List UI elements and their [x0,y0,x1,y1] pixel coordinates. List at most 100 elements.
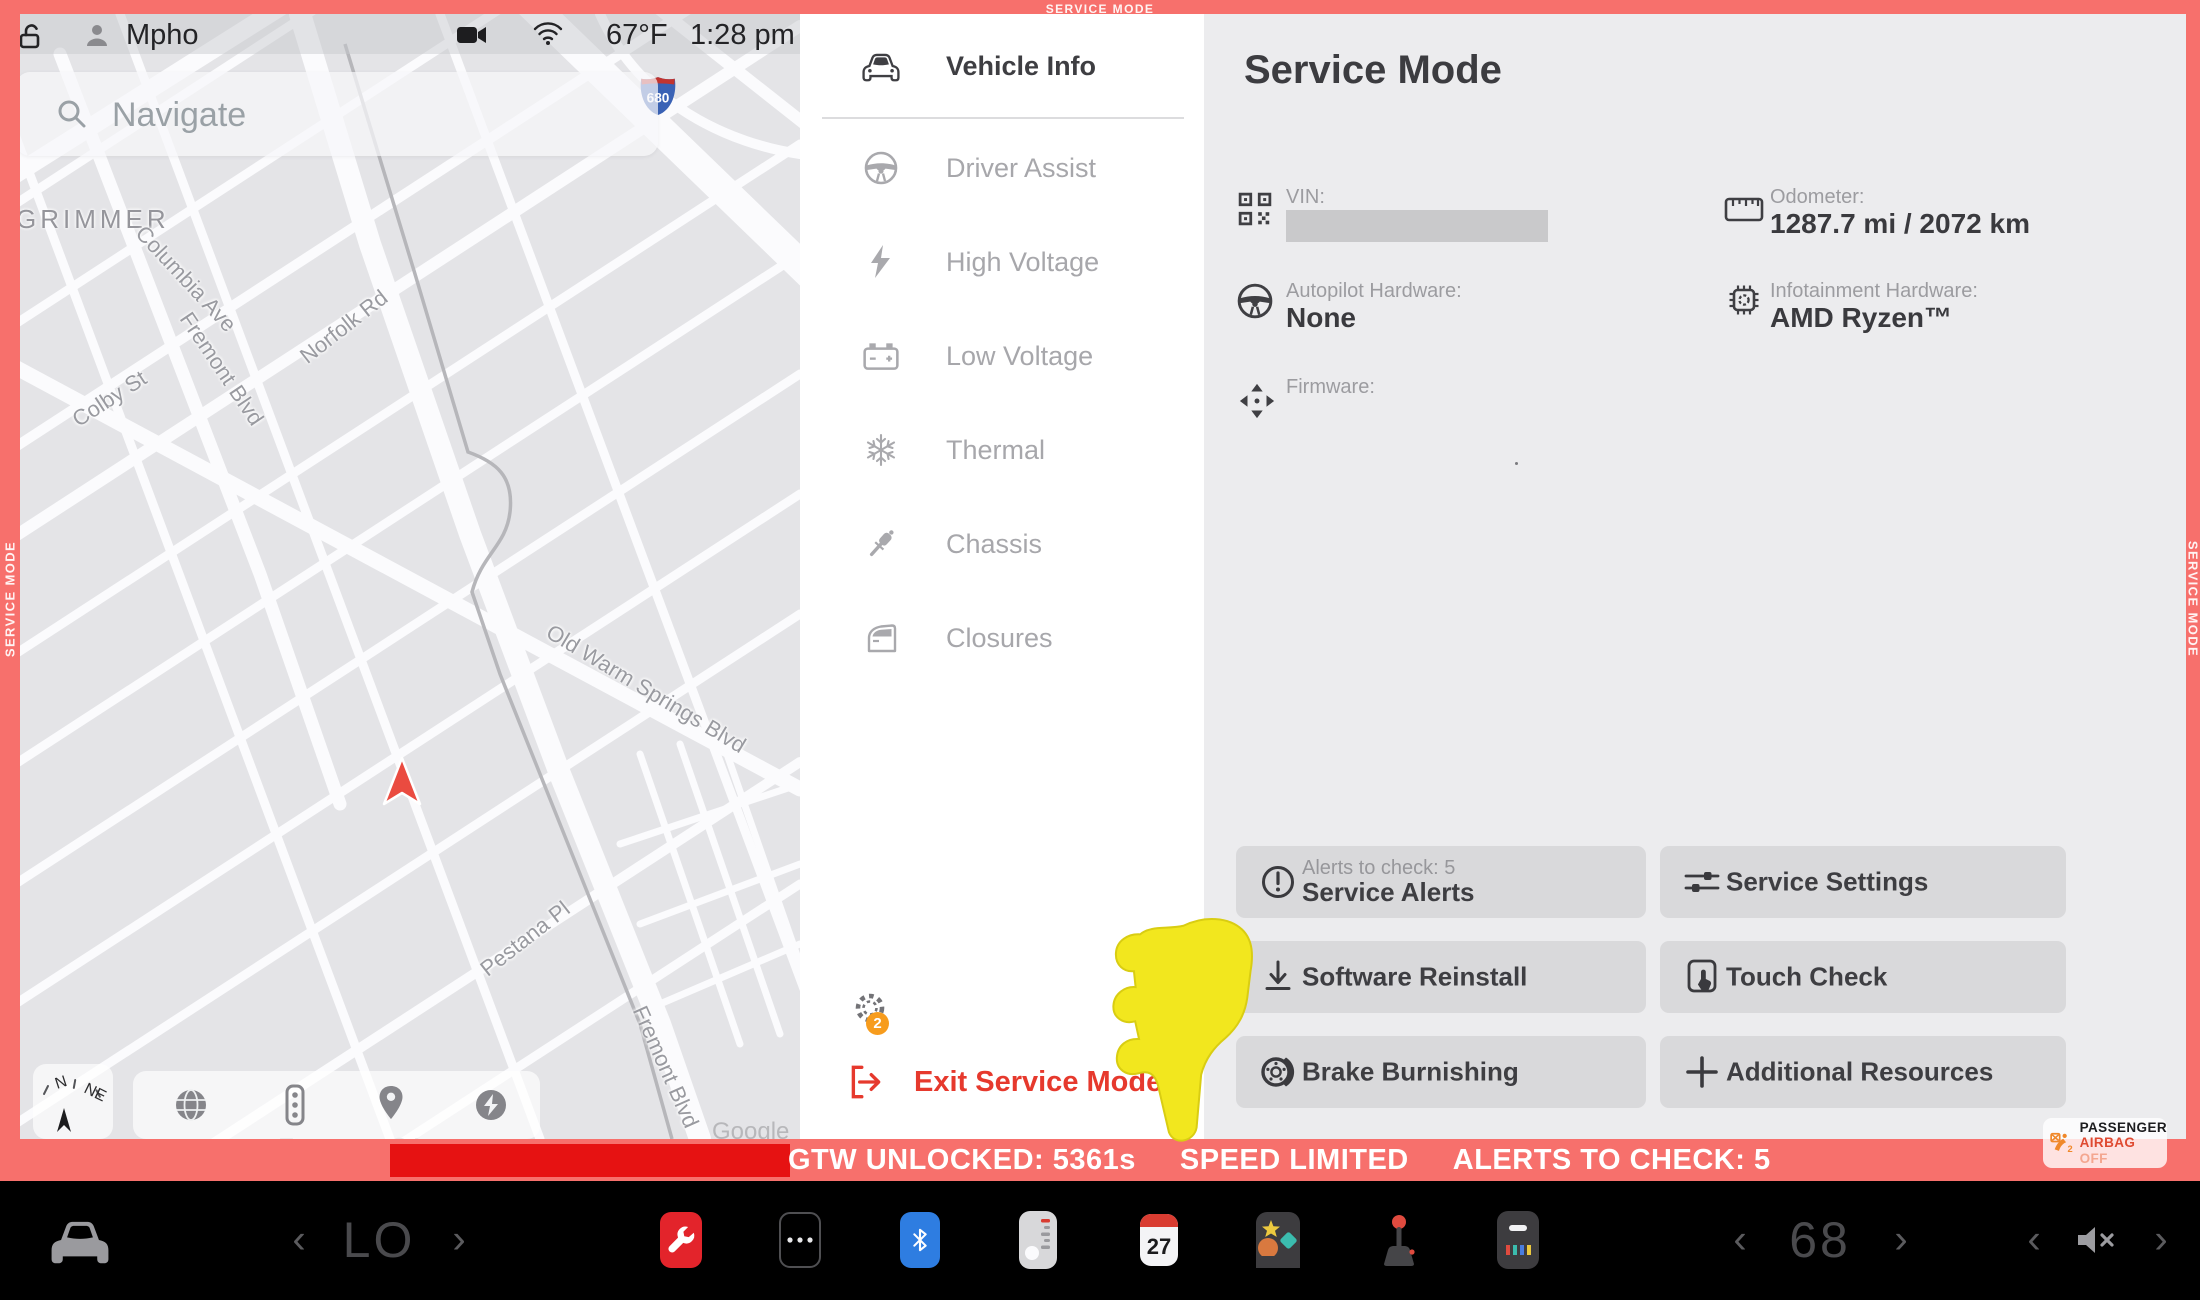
dashcam-icon[interactable] [456,24,488,46]
cabin-temperature-display[interactable]: 68 [1789,1211,1851,1269]
qr-code-icon [1238,192,1272,226]
ellipsis-icon [785,1234,815,1246]
more-apps-icon[interactable] [779,1212,821,1268]
superchargers-icon[interactable] [471,1085,511,1125]
search-icon [56,98,88,130]
outside-temperature: 67°F [606,19,668,52]
svg-text:NE: NE [81,1080,108,1105]
download-icon [1258,957,1298,997]
exit-icon [846,1062,886,1102]
map-toolbar [133,1071,540,1139]
calendar-day: 27 [1147,1227,1171,1266]
button-label: Service Alerts [1302,877,1474,908]
service-mode-right-banner: SERVICE MODE [2186,14,2200,1139]
wifi-icon[interactable] [532,20,564,46]
fan-decrease-chevron[interactable]: ‹ [292,1218,305,1263]
unlocked-icon[interactable] [18,22,46,50]
battery-icon [862,337,900,375]
location-pin-icon[interactable] [371,1083,411,1125]
menu-item-high-voltage[interactable]: High Voltage [862,240,1099,284]
compass-widget[interactable]: N NE [33,1064,113,1139]
media-prev-chevron[interactable]: ‹ [2027,1218,2040,1263]
tesla-service-mode-screen: { "chrome": { "banner": "SERVICE MODE", … [0,0,2200,1300]
notification-badge: 2 [866,1012,889,1035]
menu-item-label: Low Voltage [946,341,1093,372]
menu-item-chassis[interactable]: Chassis [862,522,1042,566]
alerts-to-check-status: ALERTS TO CHECK: 5 [1453,1144,1771,1177]
media-next-chevron[interactable]: › [2154,1218,2167,1263]
menu-item-label: Vehicle Info [946,51,1096,82]
airbag-icon: 2 [2049,1126,2075,1160]
passenger-airbag-indicator: 2 PASSENGER AIRBAG OFF [2043,1118,2167,1168]
compass-needle [57,1108,71,1132]
menu-item-label: Thermal [946,435,1045,466]
airbag-text-off: OFF [2080,1151,2108,1166]
infotainment-label: Infotainment Hardware: [1770,280,1978,303]
taskbar: ‹ LO › 27 [0,1181,2200,1300]
service-alerts-button[interactable]: Alerts to check: 5 Service Alerts [1236,846,1646,918]
car-front-icon [49,1213,111,1267]
car-door-icon [862,619,900,657]
temp-decrease-chevron[interactable]: ‹ [1733,1218,1746,1263]
profile-icon[interactable] [84,22,110,48]
software-reinstall-button[interactable]: Software Reinstall [1236,941,1646,1013]
map-status-bar [0,14,800,54]
button-label: Brake Burnishing [1302,1057,1519,1088]
additional-resources-button[interactable]: Additional Resources [1660,1036,2066,1108]
toybox-app-icon[interactable] [1497,1211,1539,1269]
navigate-search-box[interactable] [16,72,658,156]
vehicle-controls-button[interactable] [49,1213,111,1267]
touch-check-button[interactable]: Touch Check [1660,941,2066,1013]
button-label: Software Reinstall [1302,962,1527,993]
search-input[interactable] [110,72,634,158]
satellite-view-icon[interactable] [171,1085,211,1125]
touch-screen-icon [1682,957,1722,997]
button-label: Service Settings [1726,867,1928,898]
clock: 1:28 pm [690,19,795,52]
snowflake-icon [862,431,900,469]
volume-muted-button[interactable] [2074,1222,2122,1258]
menu-item-vehicle-info[interactable]: Vehicle Info [862,44,1096,88]
map-watermark: Google [712,1118,789,1139]
fan-increase-chevron[interactable]: › [452,1218,465,1263]
sliders-icon [1682,862,1722,902]
thermometer-device-icon[interactable] [1019,1211,1057,1269]
temp-increase-chevron[interactable]: › [1894,1218,1907,1263]
menu-item-closures[interactable]: Closures [862,616,1053,660]
stray-dot [1515,462,1518,465]
svg-text:2: 2 [2068,1144,2073,1154]
car-front-icon [862,47,900,85]
hand-cursor [1094,912,1279,1160]
page-title: Service Mode [1244,48,1502,93]
service-mode-left-banner: SERVICE MODE [0,14,20,1139]
firmware-label: Firmware: [1286,376,1375,399]
menu-divider [822,117,1184,119]
bluetooth-app-icon[interactable] [900,1212,940,1268]
service-app-icon[interactable] [660,1212,702,1268]
service-mode-top-banner: SERVICE MODE [0,0,2200,14]
plus-icon [1682,1052,1722,1092]
theater-app-icon[interactable] [1256,1212,1300,1268]
profile-name[interactable]: Mpho [126,19,199,52]
button-label: Touch Check [1726,962,1887,993]
odometer-icon [1724,196,1764,224]
menu-item-low-voltage[interactable]: Low Voltage [862,334,1093,378]
menu-item-thermal[interactable]: Thermal [862,428,1045,472]
navigation-map[interactable]: GRIMMER Columbia Ave Norfolk Rd Fremont … [0,14,800,1139]
menu-item-driver-assist[interactable]: Driver Assist [862,146,1096,190]
button-label: Additional Resources [1726,1057,1993,1088]
menu-item-label: Closures [946,623,1053,654]
fan-speed-display[interactable]: LO [343,1211,416,1269]
vin-value-redacted [1286,210,1548,242]
brake-burnishing-button[interactable]: Brake Burnishing [1236,1036,1646,1108]
autopilot-label: Autopilot Hardware: [1286,280,1462,303]
calendar-header [1140,1214,1178,1227]
service-notifications[interactable]: 2 [852,990,904,1042]
arcade-app-icon[interactable] [1376,1212,1422,1268]
calendar-app-icon[interactable]: 27 [1140,1214,1178,1266]
service-settings-button[interactable]: Service Settings [1660,846,2066,918]
autopilot-value: None [1286,302,1356,334]
traffic-icon[interactable] [275,1083,315,1127]
vin-label: VIN: [1286,186,1325,209]
menu-item-label: High Voltage [946,247,1099,278]
